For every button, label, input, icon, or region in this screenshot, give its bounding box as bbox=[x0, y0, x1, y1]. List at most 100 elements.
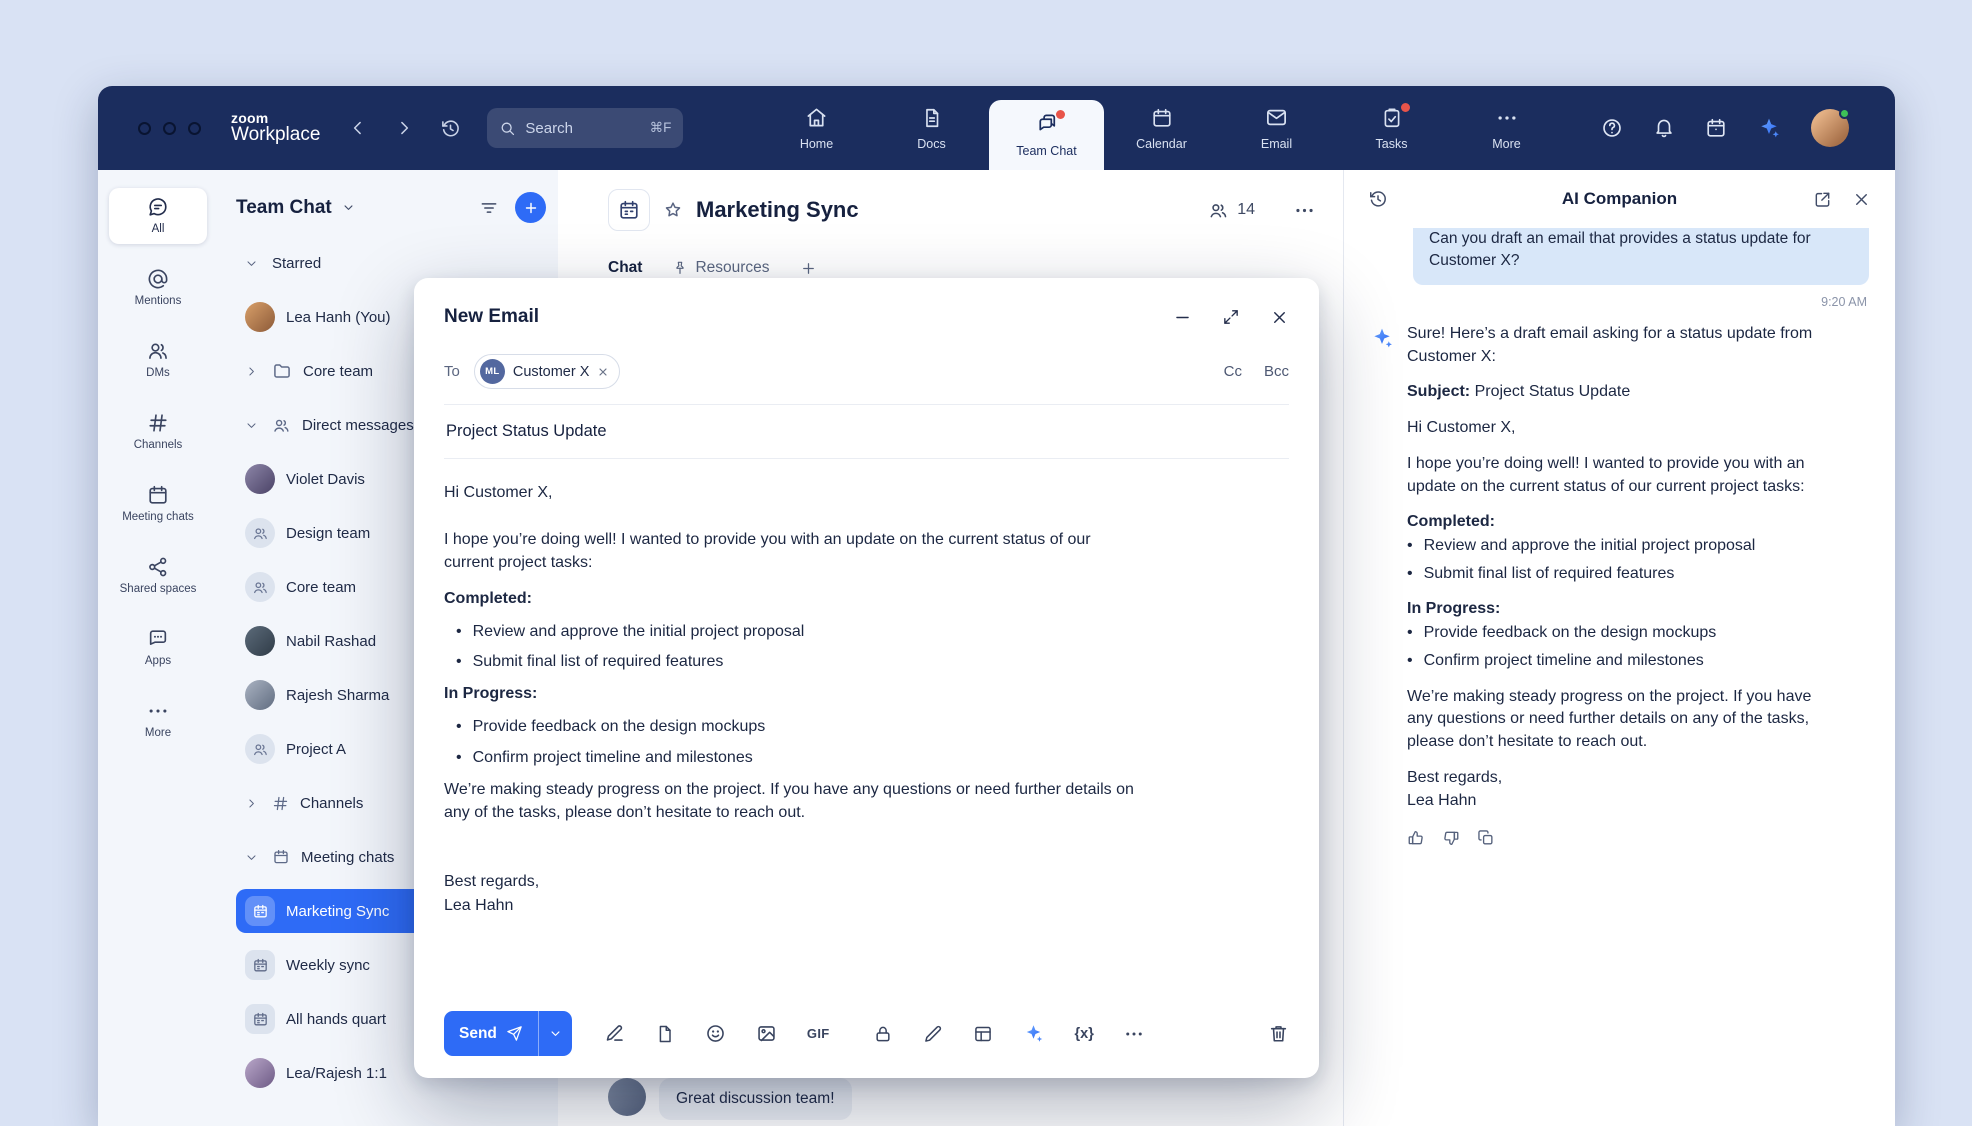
group-avatar-icon bbox=[245, 734, 275, 764]
history-icon[interactable] bbox=[1368, 189, 1388, 209]
window-close-button[interactable] bbox=[138, 122, 151, 135]
tab-team-chat[interactable]: Team Chat bbox=[989, 100, 1104, 170]
tab-tasks-label: Tasks bbox=[1376, 137, 1408, 151]
chevron-down-icon[interactable] bbox=[341, 200, 356, 215]
window-zoom-button[interactable] bbox=[188, 122, 201, 135]
list-item: Confirm project timeline and milestones bbox=[456, 746, 1134, 769]
tab-calendar[interactable]: Calendar bbox=[1104, 86, 1219, 170]
expand-icon[interactable] bbox=[1222, 308, 1240, 326]
gif-button[interactable]: GIF bbox=[807, 1026, 830, 1041]
tab-resources[interactable]: Resources bbox=[672, 259, 769, 277]
open-external-icon[interactable] bbox=[1813, 190, 1832, 209]
emoji-button[interactable] bbox=[705, 1023, 726, 1044]
template-file-button[interactable] bbox=[655, 1024, 675, 1044]
cc-button[interactable]: Cc bbox=[1224, 363, 1242, 380]
to-field[interactable]: To ML Customer X Cc Bcc bbox=[444, 354, 1289, 405]
chat-item-label: Nabil Rashad bbox=[286, 633, 376, 650]
tab-chat[interactable]: Chat bbox=[608, 259, 642, 277]
list-item-text: Confirm project timeline and milestones bbox=[1424, 650, 1704, 673]
tab-more[interactable]: More bbox=[1449, 86, 1564, 170]
notifications-button[interactable] bbox=[1653, 117, 1675, 139]
variables-button[interactable]: {x} bbox=[1074, 1026, 1093, 1042]
tab-resources-label: Resources bbox=[695, 259, 769, 277]
list-item: Submit final list of required features bbox=[1407, 563, 1839, 586]
window-minimize-button[interactable] bbox=[163, 122, 176, 135]
user-avatar[interactable] bbox=[1811, 109, 1849, 147]
message-timestamp: 9:20 AM bbox=[1372, 295, 1867, 309]
message-bubble[interactable]: Great discussion team! bbox=[659, 1078, 852, 1120]
body-greeting: Hi Customer X, bbox=[444, 481, 1134, 504]
pin-icon bbox=[672, 260, 688, 276]
close-icon[interactable] bbox=[1270, 308, 1289, 327]
send-options-button[interactable] bbox=[538, 1011, 572, 1056]
more-options-button[interactable] bbox=[1124, 1024, 1144, 1044]
bcc-button[interactable]: Bcc bbox=[1264, 363, 1289, 380]
subject-input[interactable]: Project Status Update bbox=[444, 405, 1289, 459]
tab-email[interactable]: Email bbox=[1219, 86, 1334, 170]
send-button[interactable]: Send bbox=[444, 1011, 538, 1056]
group-avatar-icon bbox=[245, 518, 275, 548]
minimize-icon[interactable] bbox=[1173, 308, 1192, 327]
thumbs-down-button[interactable] bbox=[1442, 829, 1460, 847]
add-tab-button[interactable] bbox=[800, 260, 817, 277]
chevron-right-icon bbox=[245, 365, 261, 378]
ai-sparkle-icon bbox=[1370, 326, 1394, 847]
close-icon[interactable] bbox=[1852, 190, 1871, 209]
ai-companion-button[interactable] bbox=[1757, 116, 1781, 140]
tab-home[interactable]: Home bbox=[759, 86, 874, 170]
rail-item-all[interactable]: All bbox=[109, 188, 207, 244]
ai-intro: Sure! Here’s a draft email asking for a … bbox=[1407, 323, 1839, 368]
calendar-today-button[interactable] bbox=[1705, 117, 1727, 139]
help-button[interactable] bbox=[1601, 117, 1623, 139]
modal-title: New Email bbox=[444, 306, 539, 328]
rail-item-shared-spaces[interactable]: Shared spaces bbox=[109, 548, 207, 604]
email-body-editor[interactable]: Hi Customer X, I hope you’re doing well!… bbox=[444, 481, 1134, 999]
recipient-name: Customer X bbox=[513, 364, 590, 380]
rail-more-label: More bbox=[145, 727, 171, 740]
history-button[interactable] bbox=[440, 118, 461, 139]
back-button[interactable] bbox=[348, 118, 368, 138]
list-item-text: Review and approve the initial project p… bbox=[1424, 535, 1756, 558]
tab-docs[interactable]: Docs bbox=[874, 86, 989, 170]
star-channel-button[interactable] bbox=[663, 200, 683, 220]
ai-compose-sparkle-button[interactable] bbox=[1023, 1023, 1044, 1044]
rail-item-mentions[interactable]: Mentions bbox=[109, 260, 207, 316]
search-input[interactable]: Search ⌘F bbox=[487, 108, 683, 148]
app-window: zoom Workplace Search ⌘F Home Docs bbox=[98, 86, 1895, 1126]
rail-item-meeting-chats[interactable]: Meeting chats bbox=[109, 476, 207, 532]
tab-tasks[interactable]: Tasks bbox=[1334, 86, 1449, 170]
signature-button[interactable] bbox=[604, 1023, 625, 1044]
channel-calendar-icon bbox=[608, 189, 650, 231]
confidential-lock-button[interactable] bbox=[873, 1024, 893, 1044]
ai-greeting: Hi Customer X, bbox=[1407, 417, 1839, 440]
edit-pencil-button[interactable] bbox=[923, 1024, 943, 1044]
rail-item-more[interactable]: More bbox=[109, 692, 207, 748]
filter-button[interactable] bbox=[479, 198, 499, 218]
image-button[interactable] bbox=[756, 1023, 777, 1044]
member-count[interactable]: 14 bbox=[1208, 200, 1255, 221]
user-message-bubble: Can you draft an email that provides a s… bbox=[1413, 228, 1869, 285]
new-chat-button[interactable] bbox=[515, 192, 546, 223]
list-item: Review and approve the initial project p… bbox=[456, 620, 1134, 643]
list-item: Submit final list of required features bbox=[456, 650, 1134, 673]
forward-button[interactable] bbox=[394, 118, 414, 138]
rail-item-apps[interactable]: Apps bbox=[109, 620, 207, 676]
thumbs-up-button[interactable] bbox=[1407, 829, 1425, 847]
discard-trash-button[interactable] bbox=[1268, 1023, 1289, 1044]
zoom-workplace-logo: zoom Workplace bbox=[231, 111, 320, 146]
logo-workplace: Workplace bbox=[231, 125, 320, 145]
list-item-text: Submit final list of required features bbox=[1424, 563, 1675, 586]
rail-item-channels[interactable]: Channels bbox=[109, 404, 207, 460]
chat-item-label: Project A bbox=[286, 741, 346, 758]
list-item: Review and approve the initial project p… bbox=[1407, 535, 1839, 558]
recipient-chip[interactable]: ML Customer X bbox=[474, 354, 621, 389]
layout-template-button[interactable] bbox=[973, 1024, 993, 1044]
rail-item-dms[interactable]: DMs bbox=[109, 332, 207, 388]
copy-button[interactable] bbox=[1477, 829, 1495, 847]
channel-more-button[interactable] bbox=[1294, 200, 1315, 221]
chat-item-label: Rajesh Sharma bbox=[286, 687, 389, 704]
hash-icon bbox=[147, 412, 169, 434]
avatar bbox=[245, 302, 275, 332]
send-button-group: Send bbox=[444, 1011, 572, 1056]
remove-recipient-icon[interactable] bbox=[597, 366, 609, 378]
